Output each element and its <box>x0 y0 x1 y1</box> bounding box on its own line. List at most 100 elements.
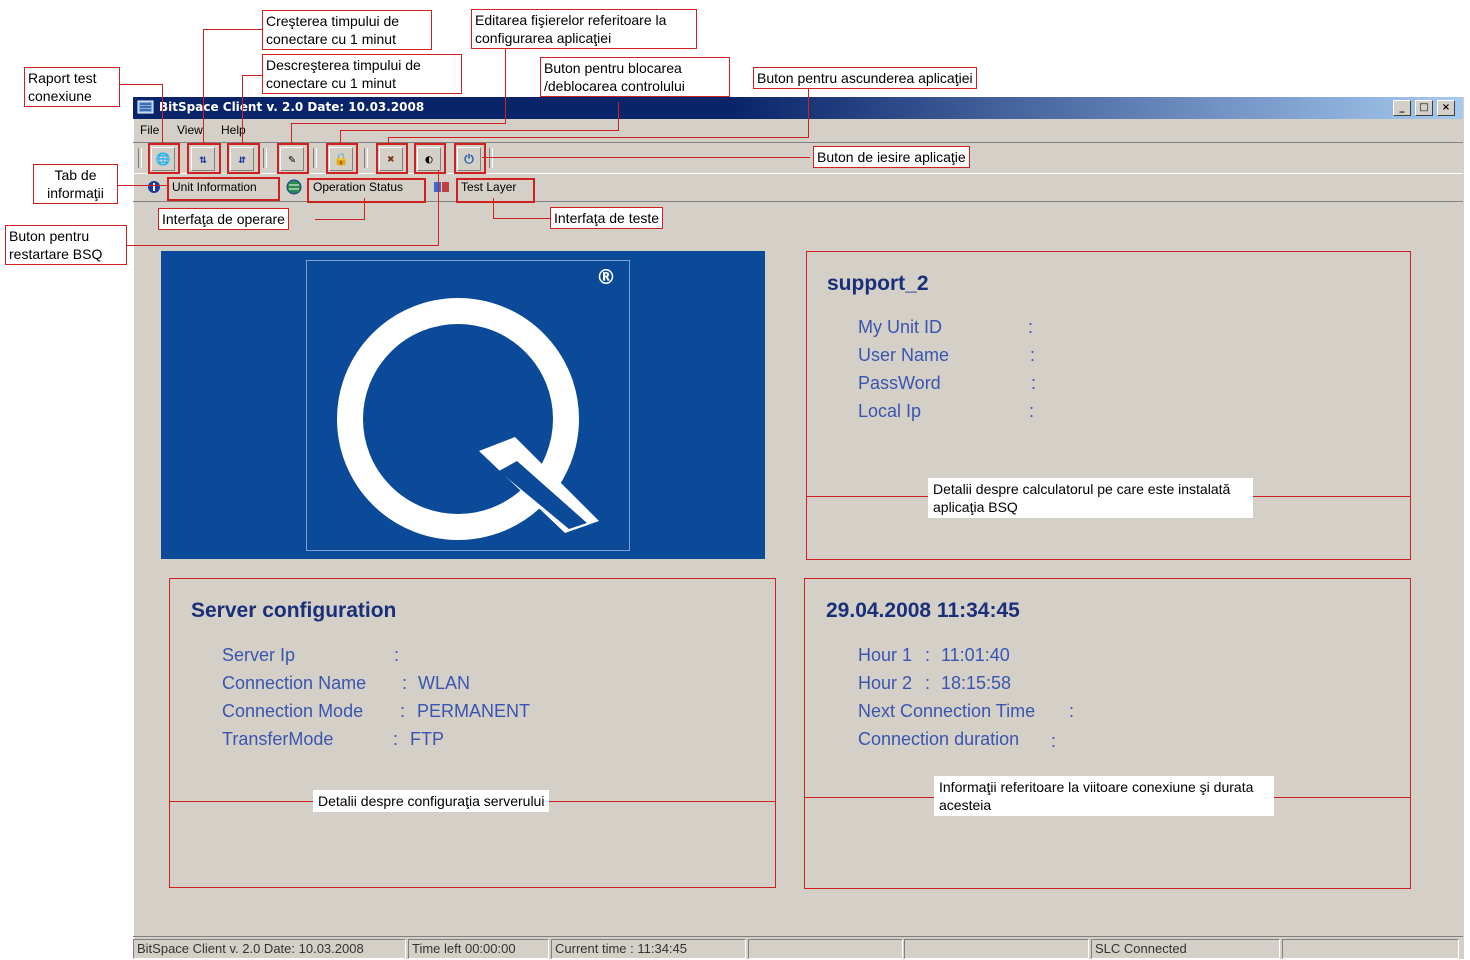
connection-mode-value: PERMANENT <box>417 701 531 721</box>
user-name-label: User Name <box>858 345 950 365</box>
connector <box>291 123 292 144</box>
transfer-mode-sep: : <box>393 729 399 749</box>
connection-time-panel: 29.04.2008 11:34:45 Hour 1 : 11:01:40 Ho… <box>804 578 1411 889</box>
hour1-sep: : <box>925 645 931 665</box>
connector <box>118 185 168 186</box>
status-empty-1 <box>748 939 903 959</box>
status-empty-2 <box>904 939 1089 959</box>
next-connection-label: Next Connection Time <box>858 701 1036 721</box>
logo-frame: ® <box>306 260 630 551</box>
connector <box>203 29 263 30</box>
highlight-hide-app <box>376 143 408 174</box>
callout-info-tab: Tab de informaţii <box>33 164 118 204</box>
highlight-lock <box>326 143 358 174</box>
connector <box>315 219 365 220</box>
callout-increase-time: Creşterea timpului de conectare cu 1 min… <box>262 10 432 50</box>
toolbar-separator <box>138 148 142 168</box>
globe-icon <box>286 179 302 195</box>
callout-exit-app: Buton de iesire aplicaţie <box>813 146 970 168</box>
connector <box>120 84 163 85</box>
connection-duration-sep: : <box>1051 731 1057 751</box>
callout-test-tab: Interfaţa de teste <box>550 207 664 229</box>
server-ip-sep: : <box>394 645 400 665</box>
close-button[interactable]: × <box>1437 100 1455 116</box>
connector <box>388 137 389 144</box>
status-slc-connected: SLC Connected <box>1091 939 1280 959</box>
callout-decrease-time: Descreşterea timpului de conectare cu 1 … <box>262 54 462 94</box>
connector <box>808 89 809 138</box>
unit-id-label: My Unit ID <box>858 317 943 337</box>
time-panel-note: Informaţii referitoare la viitoare conex… <box>934 776 1274 816</box>
callout-restart-bsq: Buton pentru restartare BSQ <box>5 225 127 265</box>
callout-hide-app: Buton pentru ascunderea aplicaţiei <box>753 67 977 89</box>
local-ip-sep: : <box>1029 401 1035 421</box>
callout-connection-test: Raport test conexiune <box>24 67 120 107</box>
highlight-connection-test <box>148 143 180 174</box>
transfer-mode-value: FTP <box>410 729 444 749</box>
toolbar-separator <box>263 148 267 168</box>
highlight-increase-time <box>187 143 221 174</box>
status-time-left: Time left 00:00:00 <box>408 939 549 959</box>
hour1-value: 11:01:40 <box>941 645 1010 665</box>
connector <box>242 75 243 144</box>
server-config-panel: Server configuration Server Ip : Connect… <box>169 578 776 888</box>
connector <box>203 29 204 144</box>
highlight-restart <box>414 143 446 174</box>
highlight-tab-operation <box>307 178 426 203</box>
server-ip-label: Server Ip <box>222 645 296 665</box>
hour2-sep: : <box>925 673 931 693</box>
highlight-exit <box>454 143 486 174</box>
password-sep: : <box>1031 373 1037 393</box>
status-empty-3 <box>1282 939 1459 959</box>
transfer-mode-label: TransferMode <box>222 729 334 749</box>
highlight-tab-unit <box>167 177 280 201</box>
unit-panel-heading: support_2 <box>827 272 929 295</box>
menu-view[interactable]: View <box>177 123 203 137</box>
hour1-label: Hour 1 <box>858 645 913 665</box>
status-app-version: BitSpace Client v. 2.0 Date: 10.03.2008 <box>133 939 406 959</box>
window-title: BitSpace Client v. 2.0 Date: 10.03.2008 <box>159 100 425 114</box>
title-bar[interactable]: BitSpace Client v. 2.0 Date: 10.03.2008 … <box>133 97 1463 119</box>
highlight-decrease-time <box>227 143 260 174</box>
connector <box>291 123 506 124</box>
hour2-label: Hour 2 <box>858 673 913 693</box>
callout-edit-config: Editarea fişierelor referitoare la confi… <box>471 9 697 49</box>
local-ip-label: Local Ip <box>858 401 922 421</box>
connector <box>340 130 341 144</box>
info-icon <box>148 181 160 193</box>
next-connection-sep: : <box>1069 701 1075 721</box>
connector <box>162 84 163 144</box>
connector <box>340 130 619 131</box>
callout-operation-tab: Interfaţa de operare <box>158 208 289 230</box>
user-name-sep: : <box>1030 345 1036 365</box>
connector <box>493 198 494 219</box>
toolbar-separator <box>313 148 317 168</box>
maximize-button[interactable]: □ <box>1415 100 1433 116</box>
test-layer-icon <box>434 182 449 192</box>
registered-mark: ® <box>596 265 616 289</box>
password-label: PassWord <box>858 373 941 393</box>
highlight-tab-test <box>456 178 535 203</box>
connection-mode-sep: : <box>400 701 406 721</box>
status-bar: BitSpace Client v. 2.0 Date: 10.03.2008 … <box>133 936 1463 960</box>
status-current-time: Current time : 11:34:45 <box>551 939 746 959</box>
server-panel-note: Detalii despre configuraţia serverului <box>313 790 550 812</box>
menu-file[interactable]: File <box>140 123 159 137</box>
highlight-edit-config <box>277 143 309 174</box>
connector <box>388 137 809 138</box>
connection-name-label: Connection Name <box>222 673 367 693</box>
callout-lock: Buton pentru blocarea /deblocarea contro… <box>540 57 730 97</box>
connection-duration-label: Connection duration <box>858 729 1020 749</box>
hour2-value: 18:15:58 <box>941 673 1012 693</box>
connection-mode-label: Connection Mode <box>222 701 364 721</box>
connector <box>482 157 810 158</box>
connector <box>493 218 550 219</box>
connector <box>438 170 439 246</box>
unit-panel-note: Detalii despre calculatorul pe care este… <box>928 478 1253 518</box>
connection-name-value: WLAN <box>418 673 471 693</box>
bsq-logo: ® <box>161 251 765 559</box>
time-panel-heading: 29.04.2008 11:34:45 <box>826 599 1020 622</box>
minimize-button[interactable]: _ <box>1393 100 1411 116</box>
connector <box>242 75 263 76</box>
connection-name-sep: : <box>402 673 408 693</box>
